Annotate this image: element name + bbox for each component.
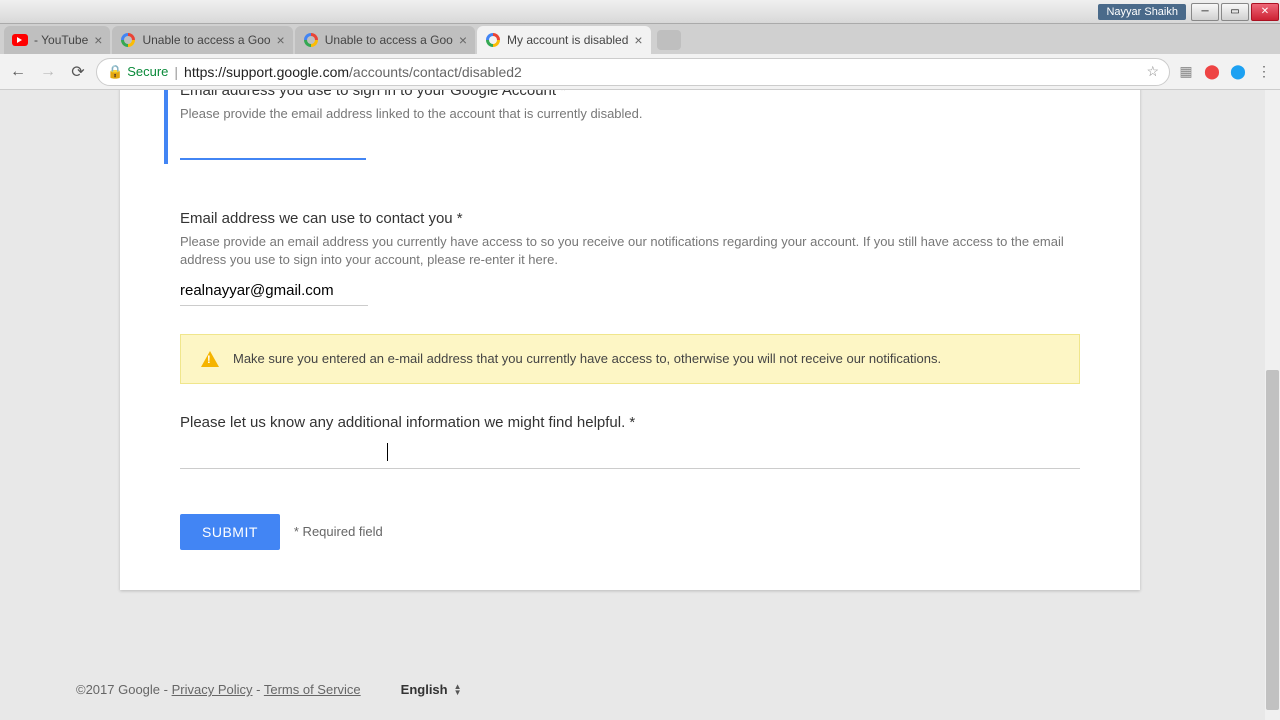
terms-link[interactable]: Terms of Service <box>264 682 361 697</box>
form-card: Email address you use to sign in to your… <box>120 90 1140 590</box>
contact-email-input[interactable] <box>180 276 368 306</box>
tab-active[interactable]: My account is disabled × <box>477 26 651 54</box>
extension-blue-icon[interactable]: ⬤ <box>1228 62 1248 82</box>
page-footer: ©2017 Google - Privacy Policy - Terms of… <box>76 682 462 697</box>
os-close-button[interactable]: ✕ <box>1251 3 1279 21</box>
os-maximize-button[interactable]: ▭ <box>1221 3 1249 21</box>
additional-info-textarea[interactable] <box>180 437 1080 469</box>
tab-close-icon[interactable]: × <box>277 33 285 47</box>
tab-close-icon[interactable]: × <box>634 33 642 47</box>
tab-close-icon[interactable]: × <box>459 33 467 47</box>
forward-button[interactable]: → <box>36 60 60 84</box>
language-label: English <box>401 682 448 697</box>
warning-text: Make sure you entered an e-mail address … <box>233 351 941 366</box>
tab-title: Unable to access a Goo <box>142 33 270 47</box>
lock-icon: 🔒 <box>107 64 123 80</box>
tab-google-1[interactable]: Unable to access a Goo × <box>112 26 292 54</box>
tab-title: Unable to access a Goo <box>325 33 453 47</box>
browser-toolbar: ← → ⟳ 🔒 Secure | https://support.google.… <box>0 54 1280 90</box>
submit-row: SUBMIT * Required field <box>180 514 1080 550</box>
field-signin-email: Email address you use to sign in to your… <box>164 90 1080 164</box>
field-label: Email address we can use to contact you … <box>180 210 1080 227</box>
tab-google-2[interactable]: Unable to access a Goo × <box>295 26 475 54</box>
footer-copyright: ©2017 Google - <box>76 682 172 697</box>
bookmark-star-icon[interactable]: ☆ <box>1146 63 1159 80</box>
language-selector[interactable]: English ▲▼ <box>401 682 462 697</box>
browser-tabstrip: - YouTube × Unable to access a Goo × Una… <box>0 24 1280 54</box>
new-tab-button[interactable] <box>657 30 681 50</box>
google-icon <box>120 32 136 48</box>
back-button[interactable]: ← <box>6 60 30 84</box>
vertical-scrollbar[interactable] <box>1265 90 1280 720</box>
tab-title: - YouTube <box>34 33 88 47</box>
required-field-note: * Required field <box>294 524 383 539</box>
privacy-policy-link[interactable]: Privacy Policy <box>172 682 253 697</box>
google-icon <box>485 32 501 48</box>
field-description: Please provide the email address linked … <box>180 105 1080 123</box>
extension-opera-icon[interactable]: ⬤ <box>1202 62 1222 82</box>
os-user-badge: Nayyar Shaikh <box>1098 4 1186 20</box>
chrome-menu-icon[interactable]: ⋮ <box>1254 62 1274 82</box>
text-cursor <box>387 443 388 461</box>
os-titlebar: Nayyar Shaikh ─ ▭ ✕ <box>0 0 1280 24</box>
signin-email-input[interactable] <box>180 129 366 160</box>
scrollbar-thumb[interactable] <box>1266 370 1279 710</box>
secure-label: Secure <box>127 64 168 79</box>
field-contact-email: Email address we can use to contact you … <box>180 210 1080 305</box>
google-icon <box>303 32 319 48</box>
tab-title: My account is disabled <box>507 33 628 47</box>
os-minimize-button[interactable]: ─ <box>1191 3 1219 21</box>
tab-youtube[interactable]: - YouTube × <box>4 26 110 54</box>
sort-arrows-icon: ▲▼ <box>454 684 462 696</box>
reload-button[interactable]: ⟳ <box>66 60 90 84</box>
page-viewport: Email address you use to sign in to your… <box>0 90 1280 720</box>
warning-alert: Make sure you entered an e-mail address … <box>180 334 1080 384</box>
extension-icon[interactable]: ▦ <box>1176 62 1196 82</box>
field-label: Email address you use to sign in to your… <box>180 90 1080 99</box>
address-bar[interactable]: 🔒 Secure | https://support.google.com/ac… <box>96 58 1170 86</box>
field-description: Please provide an email address you curr… <box>180 233 1080 269</box>
secure-indicator: 🔒 Secure <box>107 64 168 80</box>
field-additional-info: Please let us know any additional inform… <box>180 414 1080 474</box>
url-text: https://support.google.com/accounts/cont… <box>184 64 522 80</box>
youtube-icon <box>12 32 28 48</box>
submit-button[interactable]: SUBMIT <box>180 514 280 550</box>
warning-icon <box>201 351 219 367</box>
tab-close-icon[interactable]: × <box>94 33 102 47</box>
field-label: Please let us know any additional inform… <box>180 414 1080 431</box>
url-divider: | <box>174 64 178 80</box>
